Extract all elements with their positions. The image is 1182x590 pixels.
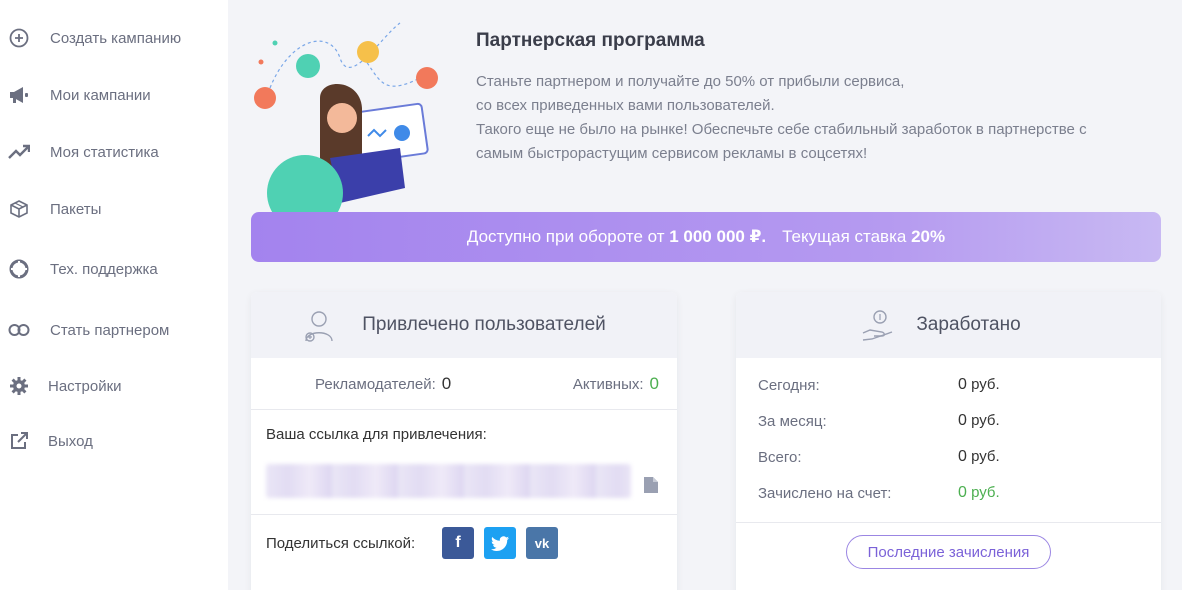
twitter-share-button[interactable]: [484, 527, 516, 559]
earned-total-value: 0 руб.: [958, 448, 1000, 465]
earned-month-value: 0 руб.: [958, 412, 1000, 429]
sidebar: Создать кампанию Мои кампании Моя статис…: [0, 0, 228, 590]
active-value: 0: [649, 374, 659, 393]
hero-line: самым быстрорастущим сервисом рекламы в …: [476, 145, 868, 162]
sidebar-item-label: Пакеты: [50, 200, 102, 218]
hero-line: Станьте партнером и получайте до 50% от …: [476, 73, 905, 90]
referral-link-label: Ваша ссылка для привлечения:: [266, 426, 487, 443]
link-icon: [8, 319, 30, 341]
banner-turnover: 1 000 000 ₽.: [669, 227, 767, 246]
sidebar-item-create-campaign[interactable]: Создать кампанию: [0, 18, 228, 58]
external-link-icon: [8, 430, 30, 452]
earned-credited-label: Зачислено на счет:: [758, 485, 892, 502]
banner-rate: 20%: [911, 227, 946, 246]
advertisers-value: 0: [441, 374, 452, 393]
hero-line: со всех приведенных вами пользователей.: [476, 97, 775, 114]
sidebar-item-label: Создать кампанию: [50, 29, 182, 47]
earned-month-label: За месяц:: [758, 413, 827, 430]
banner-prefix: Доступно при обороте от: [466, 227, 665, 246]
sidebar-item-label: Стать партнером: [50, 321, 170, 339]
sidebar-item-settings[interactable]: Настройки: [0, 366, 228, 406]
sidebar-item-become-partner[interactable]: Стать партнером: [0, 310, 228, 350]
referrals-title: Привлечено пользователей: [362, 314, 606, 335]
vk-share-button[interactable]: vk: [526, 527, 558, 559]
active-label: Активных:: [572, 376, 644, 393]
lifebuoy-icon: [8, 258, 30, 280]
gear-icon: [8, 375, 30, 397]
hero-line: Такого еще не было на рынке! Обеспечьте …: [476, 121, 1087, 138]
earned-credited-value: 0 руб.: [958, 484, 1000, 501]
twitter-icon: [491, 535, 509, 551]
megaphone-icon: [8, 84, 30, 106]
trend-up-icon: [8, 141, 30, 163]
referrals-card: Привлечено пользователей Рекламодателей:…: [251, 292, 677, 590]
earned-card-header: Заработано: [736, 292, 1161, 358]
turnover-banner: Доступно при обороте от 1 000 000 ₽. Теку…: [251, 212, 1161, 262]
earned-total-label: Всего:: [758, 449, 802, 466]
facebook-share-button[interactable]: f: [442, 527, 474, 559]
doctor-user-icon: [305, 311, 333, 342]
banner-rate-label: Текущая ставка: [782, 227, 907, 246]
earned-title: Заработано: [916, 314, 1021, 335]
copy-icon[interactable]: [643, 474, 659, 494]
divider: [736, 522, 1161, 523]
share-row: Поделиться ссылкой: f vk: [251, 514, 677, 590]
referrals-card-header: Привлечено пользователей: [251, 292, 677, 358]
referral-link-field[interactable]: [266, 464, 631, 498]
sidebar-item-packages[interactable]: Пакеты: [0, 189, 228, 229]
sidebar-item-my-statistics[interactable]: Моя статистика: [0, 132, 228, 172]
vk-icon: vk: [534, 535, 550, 551]
hero-description: Станьте партнером и получайте до 50% от …: [476, 70, 1176, 166]
sidebar-item-my-campaigns[interactable]: Мои кампании: [0, 75, 228, 115]
box-icon: [8, 198, 30, 220]
sidebar-item-label: Выход: [48, 432, 93, 450]
facebook-icon: f: [455, 534, 461, 551]
page-title: Партнерская программа: [476, 30, 705, 51]
recent-payouts-button[interactable]: Последние зачисления: [846, 535, 1051, 569]
earned-today-value: 0 руб.: [958, 376, 1000, 393]
sidebar-item-support[interactable]: Тех. поддержка: [0, 249, 228, 289]
advertisers-label: Рекламодателей:: [315, 376, 436, 393]
advertisers-stat: Рекламодателей: 0: [315, 374, 451, 394]
main-content: Партнерская программа Станьте партнером …: [228, 0, 1182, 590]
sidebar-item-logout[interactable]: Выход: [0, 421, 228, 461]
partner-illustration: [254, 22, 438, 231]
sidebar-item-label: Настройки: [48, 377, 122, 395]
sidebar-item-label: Мои кампании: [50, 86, 151, 104]
earned-card: Заработано Сегодня: 0 руб. За месяц: 0 р…: [736, 292, 1161, 590]
hand-coin-icon: [862, 310, 893, 341]
active-stat: Активных: 0: [573, 374, 659, 394]
sidebar-item-label: Тех. поддержка: [50, 260, 158, 278]
share-label: Поделиться ссылкой:: [266, 535, 416, 552]
referral-stats: Рекламодателей: 0 Активных: 0: [251, 358, 677, 410]
plus-circle-icon: [8, 27, 30, 49]
earned-today-label: Сегодня:: [758, 377, 820, 394]
sidebar-item-label: Моя статистика: [50, 143, 159, 161]
